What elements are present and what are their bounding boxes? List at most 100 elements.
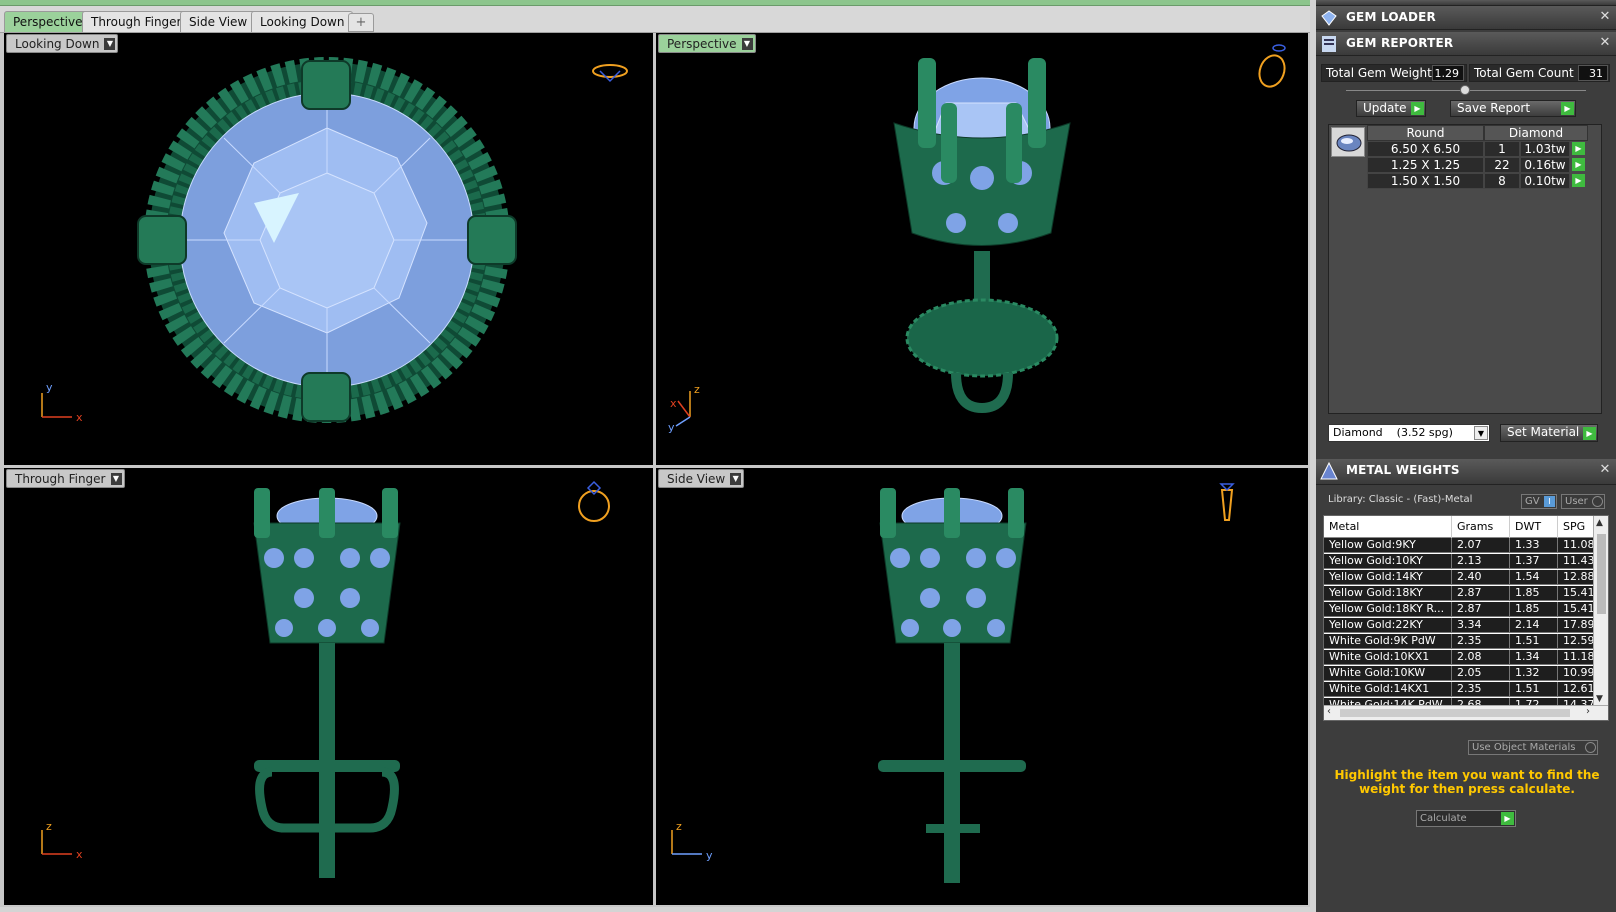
play-icon: ▶	[1411, 102, 1424, 115]
table-row[interactable]: White Gold:10KX1 2.08 1.34 11.18	[1324, 650, 1594, 665]
metal-weights-title: METAL WEIGHTS	[1346, 463, 1460, 477]
table-row[interactable]: Yellow Gold:18KY R... 2.87 1.85 15.41	[1324, 602, 1594, 617]
update-button[interactable]: Update ▶	[1356, 100, 1426, 117]
metal-cell-dwt: 1.37	[1510, 554, 1558, 569]
chevron-down-icon[interactable]: ▼	[1474, 426, 1488, 440]
chevron-down-icon[interactable]: ▼	[110, 473, 122, 485]
metal-cell-dwt: 1.51	[1510, 682, 1558, 697]
viewport-label-perspective[interactable]: Perspective ▼	[658, 34, 756, 53]
chevron-down-icon[interactable]: ▼	[730, 473, 742, 485]
gem-row-size: 1.25 X 1.25	[1367, 157, 1484, 173]
table-row[interactable]: White Gold:9K PdW 2.35 1.51 12.59	[1324, 634, 1594, 649]
axis-indicator: z y	[671, 820, 713, 862]
material-select-value: Diamond (3.52 spg)	[1333, 426, 1453, 439]
earring-model	[893, 58, 1071, 414]
table-row[interactable]: White Gold:14KX1 2.35 1.51 12.61	[1324, 682, 1594, 697]
metal-cell-spg: 10.99	[1558, 666, 1594, 681]
col-dwt[interactable]: DWT	[1510, 516, 1558, 538]
close-icon[interactable]: ✕	[1598, 463, 1612, 477]
close-icon[interactable]: ✕	[1598, 36, 1612, 50]
table-row[interactable]: Yellow Gold:18KY 2.87 1.85 15.41	[1324, 586, 1594, 601]
user-toggle[interactable]: User	[1561, 494, 1605, 509]
play-icon: ▶	[1561, 102, 1574, 115]
save-report-button[interactable]: Save Report ▶	[1450, 100, 1576, 117]
viewport-perspective[interactable]: z x y Perspective ▼	[656, 33, 1308, 465]
tab-through-finger[interactable]: Through Finger	[82, 11, 191, 32]
viewport-label-text: Looking Down	[15, 37, 100, 51]
calculate-button[interactable]: Calculate ▶	[1416, 810, 1516, 827]
info-icon: I	[1544, 496, 1555, 507]
gem-row-count: 1	[1484, 141, 1520, 157]
use-object-materials-toggle[interactable]: Use Object Materials	[1468, 740, 1598, 755]
col-grams[interactable]: Grams	[1452, 516, 1510, 538]
col-metal[interactable]: Metal	[1324, 516, 1452, 538]
table-row[interactable]: Yellow Gold:22KY 3.34 2.14 17.89	[1324, 618, 1594, 633]
add-tab-plus-icon[interactable]: +	[348, 13, 374, 32]
earring-side-view: z y	[671, 483, 1235, 883]
gem-row-select-play-icon[interactable]: ▶	[1572, 158, 1585, 171]
chevron-down-icon[interactable]: ▼	[1596, 694, 1603, 704]
viewport-label-through-finger[interactable]: Through Finger ▼	[6, 469, 125, 488]
metal-cell-grams: 2.35	[1452, 682, 1510, 697]
metal-cell-grams: 2.35	[1452, 634, 1510, 649]
metal-weights-header[interactable]: METAL WEIGHTS ✕	[1316, 459, 1616, 485]
metal-weights-icon	[1320, 461, 1338, 480]
gem-row-select-play-icon[interactable]: ▶	[1572, 142, 1585, 155]
axis-indicator: y x	[41, 381, 83, 424]
metal-cell-spg: 15.41	[1558, 602, 1594, 617]
metal-cell-spg: 12.59	[1558, 634, 1594, 649]
calculate-label: Calculate	[1420, 813, 1467, 824]
total-gem-count-value: 31	[1578, 65, 1608, 81]
viewport-label-text: Through Finger	[15, 472, 106, 486]
chevron-right-icon[interactable]: ›	[1586, 706, 1590, 717]
metal-cell-metal: Yellow Gold:22KY	[1324, 618, 1452, 633]
scrollbar-thumb[interactable]	[1597, 534, 1606, 614]
axis-x-label: x	[76, 411, 83, 424]
table-row[interactable]: Yellow Gold:9KY 2.07 1.33 11.08	[1324, 538, 1594, 553]
metal-cell-metal: Yellow Gold:14KY	[1324, 570, 1452, 585]
chevron-down-icon[interactable]: ▼	[104, 38, 116, 50]
axis-y-label: y	[46, 381, 53, 394]
gv-label: GV	[1525, 496, 1540, 507]
chevron-up-icon[interactable]: ▲	[1596, 518, 1603, 528]
metal-cell-metal: White Gold:10KX1	[1324, 650, 1452, 665]
metal-cell-metal: Yellow Gold:18KY R...	[1324, 602, 1452, 617]
tab-side-view[interactable]: Side View	[180, 11, 257, 32]
metal-cell-spg: 12.88	[1558, 570, 1594, 585]
close-icon[interactable]: ✕	[1598, 10, 1612, 24]
gem-row-count: 8	[1484, 173, 1520, 189]
tab-perspective[interactable]: Perspective	[4, 11, 92, 32]
viewport-looking-down[interactable]: y x Looking Down ▼	[4, 33, 653, 465]
chevron-down-icon[interactable]: ▼	[741, 38, 753, 50]
col-spg[interactable]: SPG	[1558, 516, 1594, 538]
gv-toggle[interactable]: GV I	[1521, 494, 1557, 509]
gem-row-weight: 0.16tw	[1520, 157, 1570, 173]
viewport-label-side-view[interactable]: Side View ▼	[658, 469, 745, 488]
vertical-scrollbar[interactable]: ▲ ▼	[1593, 516, 1608, 706]
gem-reporter-header[interactable]: GEM REPORTER ✕	[1316, 32, 1616, 56]
chevron-left-icon[interactable]: ‹	[1327, 706, 1331, 717]
scrollbar-thumb[interactable]	[1340, 709, 1570, 717]
gem-row-select-play-icon[interactable]: ▶	[1572, 174, 1585, 187]
radio-icon	[1592, 496, 1603, 507]
tab-looking-down[interactable]: Looking Down	[251, 11, 354, 32]
table-row[interactable]: Yellow Gold:14KY 2.40 1.54 12.88	[1324, 570, 1594, 585]
update-button-label: Update	[1363, 101, 1407, 115]
axis-x-label: x	[76, 848, 83, 861]
table-row[interactable]: Yellow Gold:10KY 2.13 1.37 11.43	[1324, 554, 1594, 569]
horizontal-scrollbar[interactable]: ‹ ›	[1324, 705, 1608, 720]
app-window: Perspective Through Finger Side View Loo…	[0, 0, 1616, 912]
gem-loader-header[interactable]: GEM LOADER ✕	[1316, 6, 1616, 30]
set-material-button[interactable]: Set Material ▶	[1500, 424, 1598, 442]
table-header-material: Diamond	[1484, 125, 1588, 141]
ring-nav-icon	[1219, 483, 1235, 521]
material-select[interactable]: Diamond (3.52 spg) ▼	[1328, 424, 1490, 442]
viewport-side-view[interactable]: z y Side View ▼	[656, 468, 1308, 905]
viewport-label-looking-down[interactable]: Looking Down ▼	[6, 34, 119, 53]
table-row[interactable]: White Gold:10KW 2.05 1.32 10.99	[1324, 666, 1594, 681]
metal-cell-grams: 2.07	[1452, 538, 1510, 553]
gem-row-size: 1.50 X 1.50	[1367, 173, 1484, 189]
viewport-through-finger[interactable]: z x Through Finger ▼	[4, 468, 653, 905]
slider-handle[interactable]	[1460, 85, 1470, 95]
gem-shape-thumbnail	[1331, 127, 1365, 157]
